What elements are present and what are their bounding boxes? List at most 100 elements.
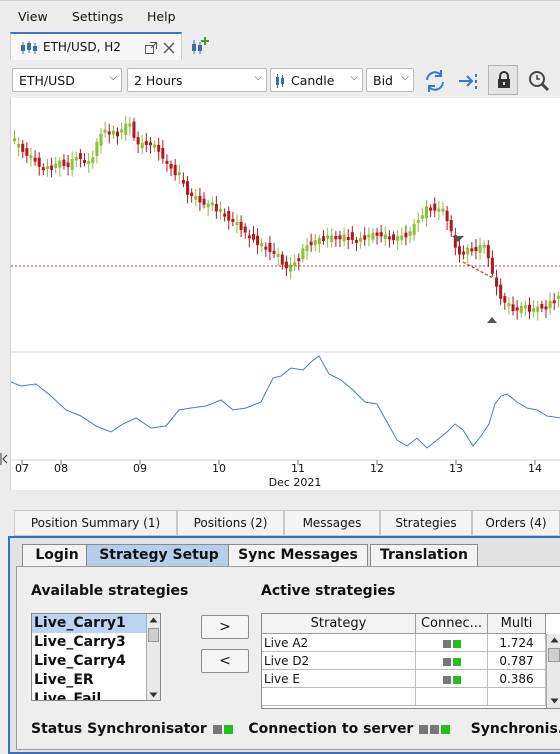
refresh-icon[interactable]	[422, 68, 448, 94]
tab-label: Login	[35, 547, 79, 563]
table-row[interactable]: Live A2 1.724	[262, 634, 560, 652]
x-axis: 07 08 09 10 11 12 13 14	[15, 460, 542, 475]
table-row[interactable]: Live D2 0.787	[262, 652, 560, 670]
candle-body	[83, 159, 87, 163]
splitter-handle-icon[interactable]	[0, 453, 8, 465]
scroll-down-icon[interactable]	[550, 698, 559, 704]
tab-label: Positions (2)	[193, 516, 268, 530]
active-strategies-table[interactable]: Strategy Connec... Multi Live A2 1.724 L…	[261, 613, 560, 709]
scroll-thumb[interactable]	[148, 628, 159, 642]
available-strategies-list[interactable]: Live_Carry1 Live_Carry3 Live_Carry4 Live…	[31, 613, 161, 701]
candle-body	[536, 306, 540, 312]
candle-body	[70, 159, 74, 170]
chart-type-select[interactable]: Candle ⌵	[270, 68, 363, 92]
remove-strategy-button[interactable]: <	[201, 649, 249, 673]
list-item[interactable]: Live_Carry3	[32, 633, 146, 652]
tab-strategies[interactable]: Strategies	[380, 510, 472, 536]
column-header-strategy[interactable]: Strategy	[262, 614, 416, 634]
add-button-label: >	[219, 619, 231, 635]
tab-sync-messages[interactable]: Sync Messages	[228, 544, 368, 566]
candle-body	[354, 239, 358, 243]
candle-body	[346, 237, 350, 241]
candle-body	[260, 243, 264, 247]
add-chart-icon[interactable]	[190, 36, 210, 56]
auto-shift-icon[interactable]	[456, 68, 482, 94]
price-chart[interactable]: 07 08 09 10 11 12 13 14 Dec 2021	[10, 98, 560, 490]
candle-body	[223, 213, 227, 217]
candle-body	[37, 157, 41, 167]
candle-body	[41, 167, 45, 171]
scroll-thumb[interactable]	[548, 648, 560, 662]
column-header-multi[interactable]: Multi	[488, 614, 546, 634]
tab-label: Sync Messages	[238, 547, 358, 563]
candle-body	[74, 157, 78, 161]
tab-strategy-setup[interactable]: Strategy Setup	[86, 544, 232, 566]
candle-body	[169, 163, 173, 169]
undock-icon[interactable]	[145, 42, 157, 54]
lock-button[interactable]	[488, 65, 518, 95]
tab-position-summary[interactable]: Position Summary (1)	[14, 510, 177, 536]
list-item[interactable]: Live_Fail	[32, 690, 146, 700]
list-item[interactable]: Live_Carry4	[32, 652, 146, 671]
tab-messages[interactable]: Messages	[284, 510, 380, 536]
candle-body	[383, 234, 387, 240]
close-icon[interactable]	[163, 42, 175, 54]
candle-body	[429, 207, 433, 211]
candle-body	[107, 131, 111, 135]
menu-help[interactable]: Help	[147, 9, 176, 24]
candle-body	[548, 300, 552, 309]
candle-body	[540, 304, 544, 309]
scroll-up-icon[interactable]	[149, 617, 158, 623]
menu-settings[interactable]: Settings	[72, 9, 123, 24]
side-select[interactable]: Bid ⌵	[366, 68, 414, 92]
table-row[interactable]: Live E 0.386	[262, 670, 560, 688]
candle-body	[317, 238, 321, 245]
candle-body	[239, 221, 243, 230]
candle-body	[322, 236, 325, 242]
scroll-down-icon[interactable]	[149, 692, 158, 698]
candle-body	[111, 130, 115, 135]
instrument-select[interactable]: ETH/USD ⌵	[12, 68, 122, 92]
chart-tab[interactable]: ETH/USD, H2	[10, 32, 182, 60]
candle-body	[148, 142, 152, 146]
candle-body	[486, 245, 490, 259]
candle-body	[243, 226, 247, 233]
tab-login[interactable]: Login	[22, 544, 92, 566]
tab-orders[interactable]: Orders (4)	[472, 510, 560, 536]
table-scrollbar[interactable]	[546, 634, 560, 708]
list-scrollbar[interactable]	[146, 614, 160, 700]
candle-body	[103, 129, 107, 133]
x-tick-label: 13	[449, 462, 463, 475]
scroll-up-icon[interactable]	[550, 637, 559, 643]
table-row	[262, 688, 560, 706]
zoom-icon[interactable]	[526, 68, 552, 94]
list-item[interactable]: Live_Carry1	[32, 614, 146, 633]
server-status-indicator	[418, 721, 451, 737]
multi-cell: 0.386	[488, 670, 546, 688]
chart-area[interactable]: 07 08 09 10 11 12 13 14 Dec 2021	[10, 98, 560, 490]
bottom-tabs: Position Summary (1) Positions (2) Messa…	[0, 510, 560, 536]
candle-body	[58, 160, 62, 168]
candle-body	[136, 137, 140, 145]
x-month-label: Dec 2021	[269, 476, 322, 489]
menu-view[interactable]: View	[18, 9, 48, 24]
candle-body	[338, 235, 342, 240]
active-strategies-title: Active strategies	[261, 583, 396, 599]
list-item[interactable]: Live_ER	[32, 671, 146, 690]
candle-body	[544, 306, 548, 310]
candle-body	[284, 261, 288, 269]
candle-body	[165, 160, 169, 164]
candle-body	[519, 305, 523, 313]
column-header-connection[interactable]: Connec...	[416, 614, 488, 634]
candle-body	[474, 247, 478, 251]
candle-body	[206, 203, 210, 208]
period-select[interactable]: 2 Hours ⌵	[127, 68, 267, 92]
add-strategy-button[interactable]: >	[201, 615, 249, 639]
candle-body	[342, 234, 346, 242]
candle-body	[161, 147, 165, 159]
tab-positions[interactable]: Positions (2)	[177, 510, 284, 536]
candle-body	[235, 222, 239, 226]
candle-body	[124, 123, 128, 135]
strategy-setup-content: Available strategies Active strategies L…	[16, 566, 560, 750]
tab-translation[interactable]: Translation	[370, 544, 478, 566]
